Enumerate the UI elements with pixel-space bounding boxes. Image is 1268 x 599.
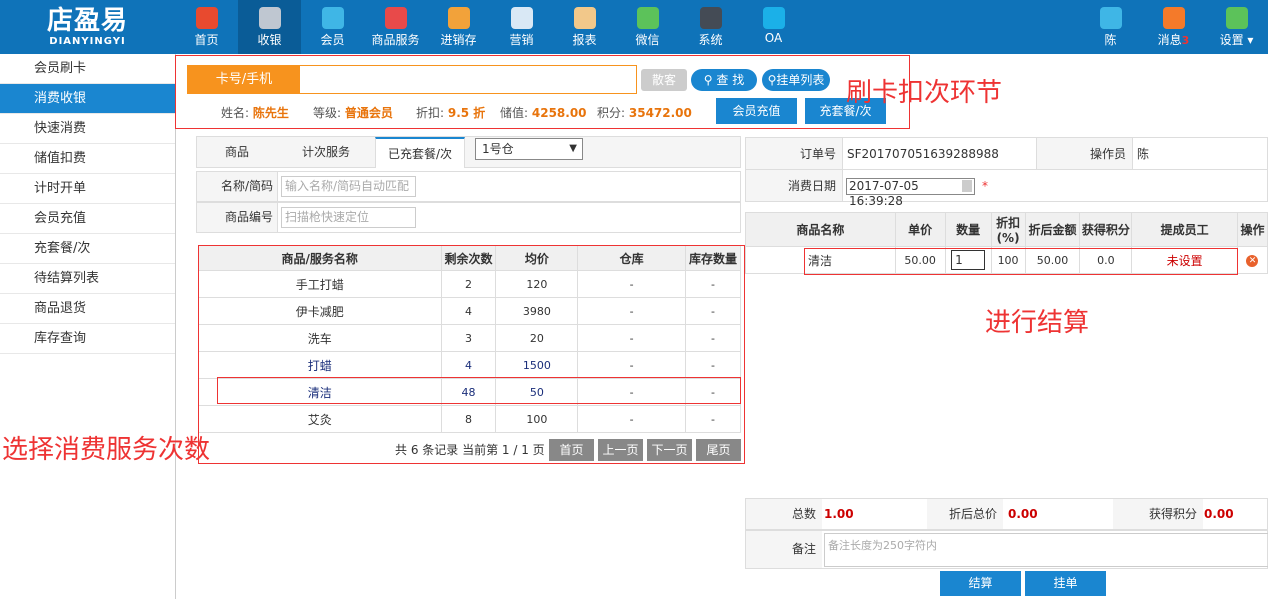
nav-member[interactable]: 会员 bbox=[301, 0, 364, 54]
bell-icon bbox=[1162, 7, 1185, 29]
wechat-icon bbox=[636, 7, 659, 29]
column-header: 操作 bbox=[1236, 212, 1268, 247]
tab-prepaid-package[interactable]: 已充套餐/次 bbox=[375, 137, 465, 168]
discount-total: 0.00 bbox=[1008, 507, 1038, 521]
sidebar-item[interactable]: 充套餐/次 bbox=[0, 234, 175, 264]
settings-menu[interactable]: 设置 ▾ bbox=[1205, 0, 1268, 54]
nav-home[interactable]: 首页 bbox=[175, 0, 238, 54]
sidebar-item[interactable]: 库存查询 bbox=[0, 324, 175, 354]
consume-date-input[interactable]: 2017-07-05 16:39:28 bbox=[846, 178, 975, 208]
sidebar-item[interactable]: 会员刷卡 bbox=[0, 54, 175, 84]
earned-points: 0.00 bbox=[1204, 507, 1234, 521]
operator-name: 陈 bbox=[1137, 147, 1150, 161]
note-textarea[interactable]: 备注长度为250字符内 bbox=[824, 533, 1268, 567]
user-menu[interactable]: 陈 bbox=[1079, 0, 1142, 54]
sidebar-item[interactable]: 会员充值 bbox=[0, 204, 175, 234]
barcode-input[interactable]: 扫描枪快速定位 bbox=[281, 207, 416, 228]
nav-wechat[interactable]: 微信 bbox=[616, 0, 679, 54]
summary-row: 总数 1.00 折后总价 0.00 获得积分 0.00 bbox=[745, 498, 1268, 530]
total-count: 1.00 bbox=[824, 507, 854, 521]
sidebar-item[interactable]: 待结算列表 bbox=[0, 264, 175, 294]
cash-register-icon bbox=[258, 7, 281, 29]
cart-row-highlight bbox=[804, 248, 1238, 275]
nav-oa[interactable]: OA bbox=[742, 0, 805, 54]
oa-icon bbox=[762, 7, 785, 29]
column-header: 单价 bbox=[894, 212, 946, 247]
code-filter-row: 商品编号 扫描枪快速定位 bbox=[196, 202, 741, 233]
top-navigation-bar: 店盈易 DIANYINGYI 首页 收银 会员 商品服务 进销存 营销 报表 微信 系统 OA 陈… bbox=[0, 0, 1268, 54]
column-header: 提成员工 bbox=[1131, 212, 1238, 247]
user-nav: 陈 消息3 设置 ▾ bbox=[1079, 0, 1268, 54]
warehouse-select[interactable]: 1号仓 ▼ bbox=[475, 138, 583, 160]
message-count-badge: 3 bbox=[1181, 34, 1190, 47]
home-icon bbox=[195, 7, 218, 29]
column-header: 商品名称 bbox=[745, 212, 896, 247]
brand-logo: 店盈易 DIANYINGYI bbox=[46, 6, 128, 47]
monitor-icon bbox=[699, 7, 722, 29]
sidebar-item[interactable]: 快速消费 bbox=[0, 114, 175, 144]
column-header: 获得积分 bbox=[1079, 212, 1133, 247]
report-icon bbox=[573, 7, 596, 29]
sidebar-item[interactable]: 计时开单 bbox=[0, 174, 175, 204]
column-header: 折后金额 bbox=[1024, 212, 1081, 247]
order-number: SF201707051639288988 bbox=[847, 146, 999, 161]
tab-goods[interactable]: 商品 bbox=[197, 137, 277, 168]
hang-order-button[interactable]: 挂单 bbox=[1025, 571, 1106, 596]
order-date-row: 消费日期 * bbox=[745, 169, 1268, 202]
tab-count-service[interactable]: 计次服务 bbox=[277, 137, 375, 168]
nav-system[interactable]: 系统 bbox=[679, 0, 742, 54]
column-header: 数量 bbox=[944, 212, 992, 247]
settle-button[interactable]: 结算 bbox=[940, 571, 1021, 596]
member-icon bbox=[321, 7, 344, 29]
select-annotation: 选择消费服务次数 bbox=[2, 435, 211, 465]
settle-annotation: 进行结算 bbox=[985, 308, 1090, 338]
sidebar-item[interactable]: 储值扣费 bbox=[0, 144, 175, 174]
nav-goods[interactable]: 商品服务 bbox=[364, 0, 427, 54]
main-nav: 首页 收银 会员 商品服务 进销存 营销 报表 微信 系统 OA bbox=[175, 0, 805, 54]
sidebar-item[interactable]: 商品退货 bbox=[0, 294, 175, 324]
sidebar: 会员刷卡 消费收银 快速消费 储值扣费 计时开单 会员充值 充套餐/次 待结算列表 商品退货 库存… bbox=[0, 54, 176, 599]
name-search-input[interactable]: 输入名称/简码自动匹配 bbox=[281, 176, 416, 197]
delete-icon[interactable]: ✕ bbox=[1246, 255, 1259, 267]
chevron-down-icon: ▼ bbox=[569, 143, 577, 154]
goods-icon bbox=[384, 7, 407, 29]
required-mark: * bbox=[982, 178, 988, 193]
note-row: 备注 备注长度为250字符内 bbox=[745, 530, 1268, 569]
swipe-annotation: 刷卡扣次环节 bbox=[846, 78, 1003, 108]
messages-menu[interactable]: 消息3 bbox=[1142, 0, 1205, 54]
megaphone-icon bbox=[510, 7, 533, 29]
column-header: 折扣(%) bbox=[990, 212, 1026, 247]
selected-row-highlight bbox=[217, 377, 741, 404]
service-annotation-box bbox=[198, 245, 745, 464]
product-tabs: 商品 计次服务 已充套餐/次 bbox=[196, 136, 741, 168]
sidebar-item[interactable]: 消费收银 bbox=[0, 84, 175, 114]
user-icon bbox=[1099, 7, 1122, 29]
gear-icon bbox=[1225, 7, 1248, 29]
nav-cashier[interactable]: 收银 bbox=[238, 0, 301, 54]
chevron-down-icon: ▾ bbox=[1247, 33, 1254, 47]
inventory-icon bbox=[447, 7, 470, 29]
name-filter-row: 名称/简码 输入名称/简码自动匹配 bbox=[196, 171, 741, 202]
calendar-icon bbox=[962, 180, 972, 192]
nav-inventory[interactable]: 进销存 bbox=[427, 0, 490, 54]
order-number-row: 订单号 SF201707051639288988 操作员 陈 bbox=[745, 137, 1268, 170]
nav-report[interactable]: 报表 bbox=[553, 0, 616, 54]
nav-marketing[interactable]: 营销 bbox=[490, 0, 553, 54]
swipe-annotation-box bbox=[175, 55, 910, 129]
